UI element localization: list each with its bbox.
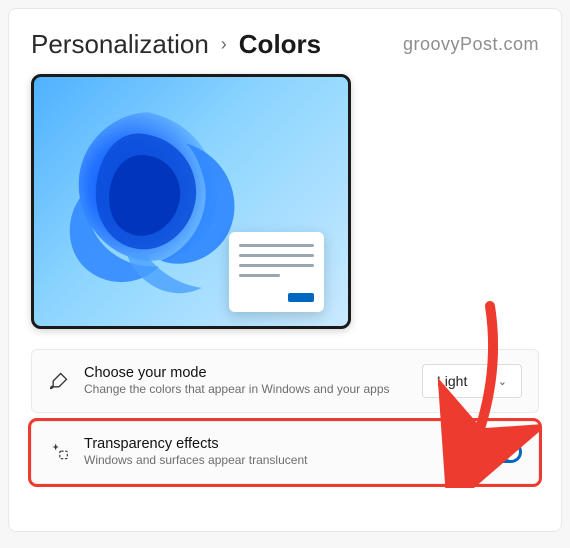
breadcrumb-current: Colors (239, 29, 321, 60)
accent-color-swatch (288, 293, 314, 302)
chevron-right-icon: › (221, 34, 227, 55)
transparency-text: Transparency effects Windows and surface… (84, 436, 435, 469)
transparency-effects-row[interactable]: Transparency effects Windows and surface… (31, 421, 539, 484)
choose-mode-text: Choose your mode Change the colors that … (84, 365, 408, 398)
header-row: Personalization › Colors groovyPost.com (31, 29, 539, 60)
sparkle-icon (48, 442, 70, 462)
chevron-down-icon: ⌄ (498, 375, 507, 388)
colors-settings-page: Personalization › Colors groovyPost.com (8, 8, 562, 532)
transparency-toggle[interactable] (480, 441, 522, 463)
transparency-subtitle: Windows and surfaces appear translucent (84, 453, 435, 469)
choose-mode-subtitle: Change the colors that appear in Windows… (84, 382, 408, 398)
transparency-toggle-group: On (449, 441, 522, 463)
mode-dropdown[interactable]: Light ⌄ (422, 364, 522, 398)
preview-sample-window (229, 232, 324, 312)
mode-dropdown-value: Light (437, 373, 467, 389)
toggle-knob (503, 444, 519, 460)
choose-mode-title: Choose your mode (84, 365, 408, 381)
paintbrush-icon (48, 371, 70, 391)
transparency-state-label: On (449, 444, 468, 460)
theme-preview (31, 74, 351, 329)
breadcrumb: Personalization › Colors (31, 29, 321, 60)
transparency-title: Transparency effects (84, 436, 435, 452)
watermark-text: groovyPost.com (403, 34, 539, 55)
breadcrumb-parent[interactable]: Personalization (31, 29, 209, 60)
choose-mode-row[interactable]: Choose your mode Change the colors that … (31, 349, 539, 413)
